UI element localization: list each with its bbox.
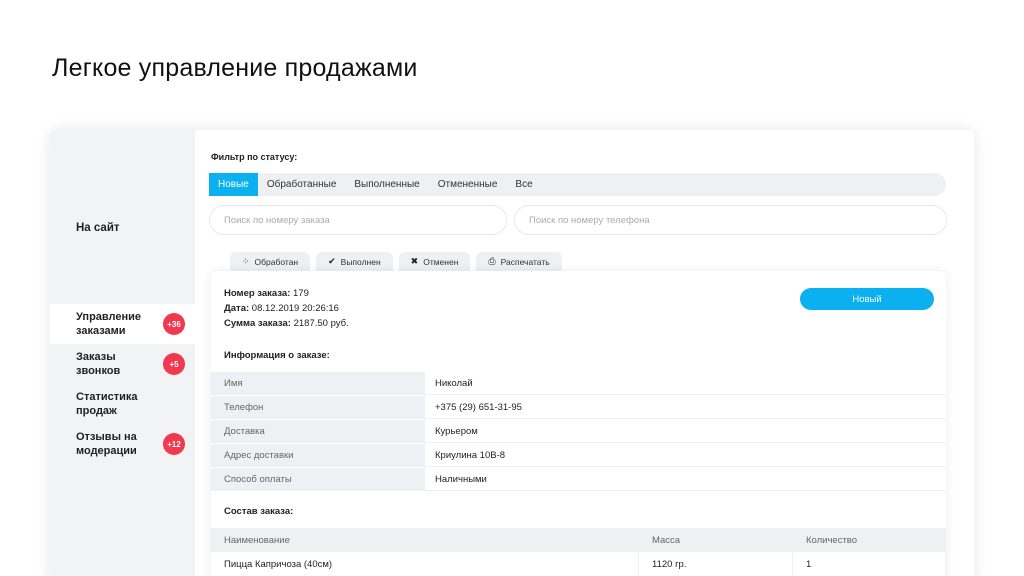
main-panel: Фильтр по статусу: Новые Обработанные Вы…	[195, 130, 974, 576]
info-key: Доставка	[211, 420, 425, 443]
tab-all[interactable]: Все	[506, 173, 541, 196]
info-key: Способ оплаты	[211, 468, 425, 491]
status-tabs: Новые Обработанные Выполненные Отмененны…	[209, 173, 946, 196]
order-actions: ⁘ Обработан ✔ Выполнен ✖ Отменен ⎙ Распе…	[230, 252, 562, 271]
order-sum-value: 2187.50 руб.	[293, 318, 349, 329]
info-value: Криулина 10В-8	[425, 444, 946, 467]
tab-processed[interactable]: Обработанные	[258, 173, 346, 196]
info-value: Наличными	[425, 468, 946, 491]
sidebar-item-label: Управление заказами	[76, 311, 142, 337]
composition-title: Состав заказа:	[224, 506, 294, 517]
mark-completed-button[interactable]: ✔ Выполнен	[316, 252, 393, 271]
order-number-value: 179	[293, 288, 309, 299]
sidebar: На сайт Управление заказами +36 Заказы з…	[50, 130, 195, 576]
order-info-title: Информация о заказе:	[224, 350, 330, 361]
sidebar-item-label: Статистика продаж	[76, 391, 138, 417]
print-button[interactable]: ⎙ Распечатать	[476, 252, 562, 271]
order-sum: Сумма заказа: 2187.50 руб.	[224, 318, 349, 329]
info-value: Николай	[425, 372, 946, 395]
sidebar-item-orders[interactable]: Управление заказами +36	[50, 304, 195, 344]
sidebar-item-label: Отзывы на модерации	[76, 431, 137, 457]
item-mass: 1120 гр.	[639, 552, 793, 576]
action-label: Распечатать	[500, 256, 550, 267]
order-sum-label: Сумма заказа:	[224, 318, 291, 329]
info-key: Телефон	[211, 396, 425, 419]
info-value: Курьером	[425, 420, 946, 443]
table-row: Имя Николай	[211, 372, 946, 396]
column-header-quantity: Количество	[806, 534, 858, 546]
order-info-table: Имя Николай Телефон +375 (29) 651-31-95 …	[211, 372, 946, 492]
info-key: Адрес доставки	[211, 444, 425, 467]
reviews-count-badge: +12	[163, 433, 185, 455]
sidebar-item-calls[interactable]: Заказы звонков +5	[50, 344, 195, 384]
printer-icon: ⎙	[488, 256, 496, 266]
orders-count-badge: +36	[163, 313, 185, 335]
check-icon: ✔	[328, 256, 336, 266]
tab-completed[interactable]: Выполненные	[345, 173, 428, 196]
column-header-name: Наименование	[224, 534, 290, 546]
spinner-icon: ⁘	[242, 256, 250, 266]
mark-cancelled-button[interactable]: ✖ Отменен	[398, 252, 471, 271]
order-date-value: 08.12.2019 20:26:16	[251, 303, 339, 314]
calls-count-badge: +5	[163, 353, 185, 375]
table-row: Способ оплаты Наличными	[211, 468, 946, 492]
order-number: Номер заказа: 179	[224, 288, 309, 299]
info-value: +375 (29) 651-31-95	[425, 396, 946, 419]
mark-processed-button[interactable]: ⁘ Обработан	[230, 252, 311, 271]
table-row: Доставка Курьером	[211, 420, 946, 444]
sidebar-item-label: Заказы звонков	[76, 351, 121, 377]
page-title: Легкое управление продажами	[52, 54, 418, 82]
order-date-label: Дата:	[224, 303, 250, 314]
tab-cancelled[interactable]: Отмененные	[429, 173, 507, 196]
admin-card: На сайт Управление заказами +36 Заказы з…	[50, 130, 974, 576]
order-number-label: Номер заказа:	[224, 288, 291, 299]
sidebar-item-stats[interactable]: Статистика продаж	[50, 384, 195, 424]
tab-new[interactable]: Новые	[209, 173, 258, 196]
action-label: Выполнен	[340, 256, 381, 267]
close-icon: ✖	[410, 256, 419, 266]
composition-header: Наименование Масса Количество	[211, 528, 946, 552]
item-name: Пицца Капричоза (40см)	[211, 552, 639, 576]
info-key: Имя	[211, 372, 425, 395]
order-number-search[interactable]	[209, 205, 507, 235]
action-label: Обработан	[254, 256, 299, 267]
action-label: Отменен	[423, 256, 459, 267]
phone-number-search[interactable]	[514, 205, 947, 235]
table-row: Телефон +375 (29) 651-31-95	[211, 396, 946, 420]
site-link[interactable]: На сайт	[76, 222, 120, 234]
order-status-button[interactable]: Новый	[800, 288, 934, 310]
order-details: Номер заказа: 179 Дата: 08.12.2019 20:26…	[211, 271, 946, 576]
sidebar-item-reviews[interactable]: Отзывы на модерации +12	[50, 424, 195, 464]
table-row: Адрес доставки Криулина 10В-8	[211, 444, 946, 468]
filter-label: Фильтр по статусу:	[211, 152, 298, 162]
table-row: Пицца Капричоза (40см) 1120 гр. 1	[211, 552, 946, 576]
column-header-mass: Масса	[652, 534, 681, 546]
item-quantity: 1	[793, 552, 946, 576]
order-date: Дата: 08.12.2019 20:26:16	[224, 303, 339, 314]
